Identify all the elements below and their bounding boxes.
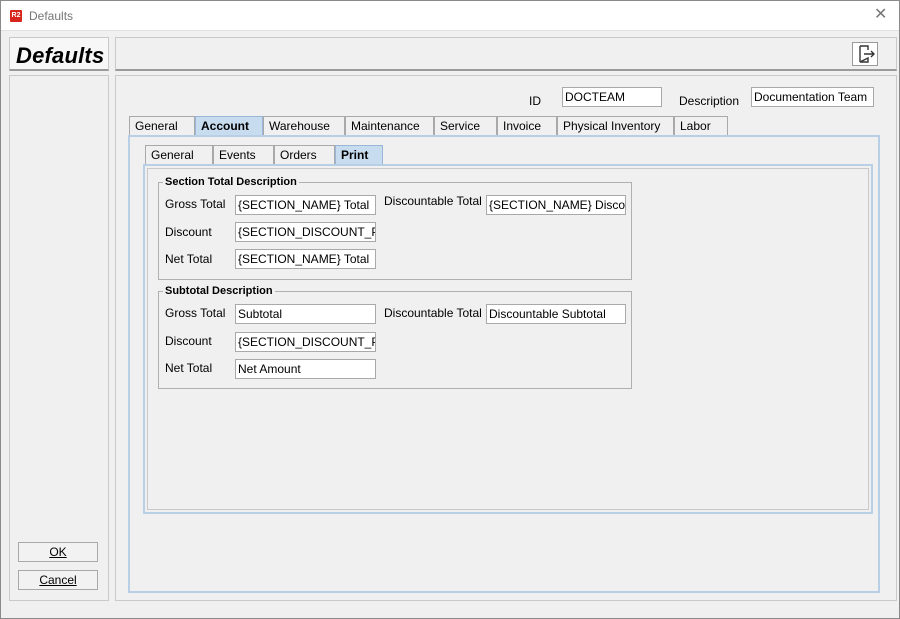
section-discount-label: Discount — [165, 225, 212, 239]
tab-account[interactable]: Account — [195, 116, 263, 136]
app-icon: R2 — [10, 10, 22, 22]
section-gross-total-field[interactable]: {SECTION_NAME} Total — [235, 195, 376, 215]
section-discountable-total-label: Discountable Total — [384, 194, 482, 208]
id-field[interactable]: DOCTEAM — [562, 87, 662, 107]
subtotal-net-total-field[interactable]: Net Amount — [235, 359, 376, 379]
close-icon[interactable]: ✕ — [874, 6, 887, 24]
title-bar: R2 Defaults ✕ — [1, 1, 899, 31]
subtotal-discount-label: Discount — [165, 334, 212, 348]
section-net-total-label: Net Total — [165, 252, 213, 266]
subtab-print[interactable]: Print — [335, 145, 383, 165]
section-discount-field[interactable]: {SECTION_DISCOUNT_PERCENT} — [235, 222, 376, 242]
tab-labor[interactable]: Labor — [674, 116, 728, 136]
subtab-events[interactable]: Events — [213, 145, 274, 165]
subtotal-discountable-total-label: Discountable Total — [384, 306, 482, 320]
page-title: Defaults — [16, 43, 105, 68]
exit-icon — [859, 45, 875, 63]
left-action-area: OK Cancel — [9, 75, 109, 601]
subtotal-discountable-total-field[interactable]: Discountable Subtotal — [486, 304, 626, 324]
subtotal-gross-total-field[interactable]: Subtotal — [235, 304, 376, 324]
subtab-orders[interactable]: Orders — [274, 145, 335, 165]
tab-service[interactable]: Service — [434, 116, 497, 136]
section-total-title: Section Total Description — [163, 176, 299, 188]
tab-warehouse[interactable]: Warehouse — [263, 116, 345, 136]
section-discountable-total-field[interactable]: {SECTION_NAME} Discountable Total — [486, 195, 626, 215]
tab-maintenance[interactable]: Maintenance — [345, 116, 434, 136]
cancel-button[interactable]: Cancel — [18, 570, 98, 590]
subtab-general[interactable]: General — [145, 145, 213, 165]
defaults-window: R2 Defaults ✕ Defaults OK Cancel ID DOCT… — [0, 0, 900, 619]
left-panel: Defaults OK Cancel — [9, 37, 109, 601]
id-label: ID — [529, 94, 541, 108]
tab-invoice[interactable]: Invoice — [497, 116, 557, 136]
tab-general[interactable]: General — [129, 116, 195, 136]
description-label: Description — [679, 94, 740, 108]
window-title: Defaults — [29, 9, 74, 23]
description-field[interactable]: Documentation Team — [751, 87, 874, 107]
subtotal-discount-field[interactable]: {SECTION_DISCOUNT_PERCENT} — [235, 332, 376, 352]
section-gross-total-label: Gross Total — [165, 197, 226, 211]
tab-physical-inventory[interactable]: Physical Inventory — [557, 116, 674, 136]
subtotal-title: Subtotal Description — [163, 285, 275, 297]
subtotal-net-total-label: Net Total — [165, 361, 213, 375]
toolbar — [115, 37, 897, 71]
subtotal-gross-total-label: Gross Total — [165, 306, 226, 320]
heading-box: Defaults — [9, 37, 109, 71]
ok-button[interactable]: OK — [18, 542, 98, 562]
exit-button[interactable] — [852, 42, 878, 66]
section-net-total-field[interactable]: {SECTION_NAME} Total — [235, 249, 376, 269]
